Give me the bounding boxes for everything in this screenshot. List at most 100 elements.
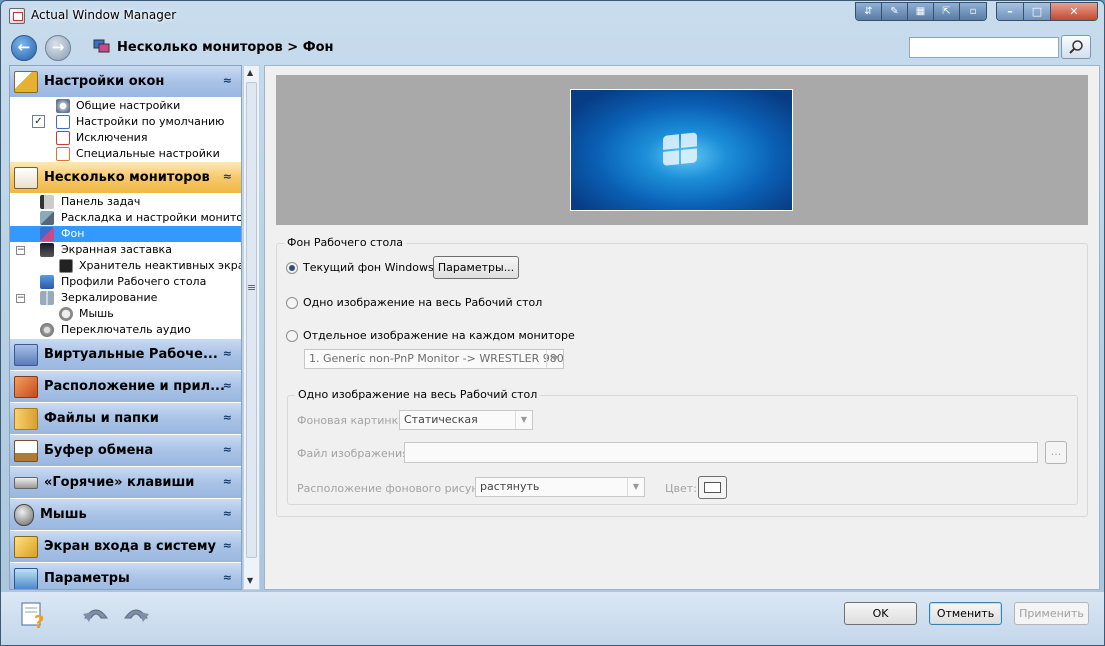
collapse-expander[interactable]: − (16, 246, 25, 255)
rollup-button[interactable]: ⇵ (856, 3, 882, 20)
tree-item-mouse[interactable]: Мышь (10, 306, 241, 322)
tree-item-general-settings[interactable]: Общие настройки (10, 98, 241, 114)
tree-item-screensaver[interactable]: − Экранная заставка (10, 242, 241, 258)
scroll-up-arrow-icon[interactable]: ▲ (247, 68, 253, 77)
section-placement[interactable]: Расположение и прил... ≈ (10, 371, 241, 403)
section-label: Несколько мониторов (44, 170, 210, 185)
dropdown-arrow-icon[interactable]: ▼ (627, 478, 644, 496)
dropdown-arrow-icon[interactable]: ▼ (546, 350, 563, 368)
ok-button[interactable]: OK (844, 602, 917, 625)
expand-chevron-icon[interactable]: ≈ (223, 443, 232, 456)
expand-chevron-icon[interactable]: ≈ (223, 347, 232, 360)
forward-button[interactable]: → (45, 35, 71, 61)
wallpaper-type-select[interactable]: Статическая ▼ (399, 410, 533, 430)
placement-icon (14, 375, 38, 398)
maximize-button[interactable]: □ (1024, 3, 1051, 20)
monitor-select[interactable]: 1. Generic non-PnP Monitor -> WRESTLER 9… (304, 349, 564, 369)
virtual-desktops-icon (14, 343, 38, 366)
color-label: Цвет: (665, 482, 697, 495)
navigation-bar: ← → Несколько мониторов > Фон (5, 32, 1100, 64)
files-folders-icon (14, 407, 38, 430)
section-virtual-desktops[interactable]: Виртуальные Рабоче... ≈ (10, 339, 241, 371)
collapse-chevron-icon[interactable]: ≈ (223, 74, 232, 87)
help-icon[interactable]: ? (19, 600, 49, 630)
image-file-label: Файл изображения: (297, 447, 413, 460)
radio-single-image[interactable]: Одно изображение на весь Рабочий стол (286, 296, 542, 309)
collapse-chevron-icon[interactable]: ≈ (223, 170, 232, 183)
default-settings-checkbox[interactable]: ✓ (32, 115, 45, 128)
section-logon-screen[interactable]: Экран входа в систему ≈ (10, 531, 241, 563)
transparency-button[interactable]: ▦ (908, 3, 934, 20)
radio-per-monitor-image[interactable]: Отдельное изображение на каждом мониторе (286, 329, 575, 342)
tree-item-taskbar[interactable]: Панель задач (10, 194, 241, 210)
expand-chevron-icon[interactable]: ≈ (223, 571, 232, 584)
options-icon (14, 567, 38, 589)
apply-button[interactable]: Применить (1014, 602, 1089, 625)
search-button[interactable] (1061, 35, 1091, 59)
close-button[interactable]: ✕ (1051, 3, 1097, 20)
expand-chevron-icon[interactable]: ≈ (223, 507, 232, 520)
image-file-field[interactable] (404, 442, 1038, 463)
color-picker-button[interactable] (698, 476, 727, 499)
mouse-icon (59, 307, 73, 321)
back-button[interactable]: ← (11, 35, 37, 61)
browse-button[interactable]: ... (1045, 441, 1067, 464)
group-title: Одно изображение на весь Рабочий стол (295, 388, 541, 401)
tree-item-mirroring[interactable]: − Зеркалирование (10, 290, 241, 306)
section-window-settings[interactable]: Настройки окон ≈ (10, 66, 241, 98)
multi-monitor-icon (14, 166, 38, 189)
expand-chevron-icon[interactable]: ≈ (223, 379, 232, 392)
section-multi-monitor[interactable]: Несколько мониторов ≈ (10, 162, 241, 194)
redo-icon[interactable] (121, 600, 151, 630)
scroll-down-arrow-icon[interactable]: ▼ (247, 576, 253, 585)
cancel-button[interactable]: Отменить (929, 602, 1002, 625)
tree-item-monitor-layout[interactable]: Раскладка и настройки мониторов (10, 210, 241, 226)
section-options[interactable]: Параметры ≈ (10, 563, 241, 589)
dropdown-arrow-icon[interactable]: ▼ (515, 411, 532, 429)
windows-logo-icon (663, 132, 699, 168)
section-hotkeys[interactable]: «Горячие» клавиши ≈ (10, 467, 241, 499)
section-clipboard[interactable]: Буфер обмена ≈ (10, 435, 241, 467)
pin-button[interactable]: ✎ (882, 3, 908, 20)
app-icon[interactable] (9, 8, 25, 24)
title-bar[interactable]: Actual Window Manager ⇵ ✎ ▦ ⇱ ▫ – □ ✕ (1, 1, 1104, 31)
radio-button[interactable] (286, 329, 298, 342)
wallpaper-position-select[interactable]: растянуть ▼ (475, 477, 645, 497)
tree-item-inactive-screens[interactable]: Хранитель неактивных экранов (10, 258, 241, 274)
section-mouse[interactable]: Мышь ≈ (10, 499, 241, 531)
scrollbar-thumb[interactable] (246, 82, 257, 558)
logon-screen-icon (14, 535, 38, 558)
group-title: Фон Рабочего стола (284, 236, 407, 249)
wallpaper-thumbnail[interactable] (570, 89, 793, 211)
clipboard-icon (14, 439, 38, 462)
always-on-top-button[interactable]: ⇱ (934, 3, 960, 20)
radio-button[interactable] (286, 296, 298, 309)
tree-item-exclusions[interactable]: Исключения (10, 130, 241, 146)
minimize-to-tray-button[interactable]: ▫ (960, 3, 986, 20)
exclusions-icon (56, 131, 70, 145)
tree-item-audio-switcher[interactable]: Переключатель аудио (10, 322, 241, 338)
section-label: Параметры (44, 571, 130, 586)
monitor-layout-icon (40, 211, 54, 225)
expand-chevron-icon[interactable]: ≈ (223, 539, 232, 552)
desktop-profiles-icon (40, 275, 54, 289)
undo-icon[interactable] (81, 600, 111, 630)
app-window: Actual Window Manager ⇵ ✎ ▦ ⇱ ▫ – □ ✕ ← … (0, 0, 1105, 646)
search-input[interactable] (909, 37, 1059, 58)
tree-item-background[interactable]: Фон (10, 226, 241, 242)
expand-chevron-icon[interactable]: ≈ (223, 475, 232, 488)
tree-item-default-settings[interactable]: ✓ Настройки по умолчанию (10, 114, 241, 130)
section-files-folders[interactable]: Файлы и папки ≈ (10, 403, 241, 435)
tree-multi-monitor: Панель задач Раскладка и настройки монит… (10, 194, 241, 338)
expand-chevron-icon[interactable]: ≈ (223, 411, 232, 424)
panel-splitter[interactable]: ▲ ≡ ▼ (243, 65, 260, 590)
tree-item-special-settings[interactable]: Специальные настройки (10, 146, 241, 162)
window-title: Actual Window Manager (31, 8, 177, 22)
radio-current-background[interactable]: Текущий фон Windows (286, 261, 434, 274)
collapse-expander[interactable]: − (16, 294, 25, 303)
tree-item-desktop-profiles[interactable]: Профили Рабочего стола (10, 274, 241, 290)
minimize-button[interactable]: – (997, 3, 1024, 20)
grip-icon[interactable]: ≡ (247, 281, 256, 294)
radio-button[interactable] (286, 261, 298, 274)
parameters-button[interactable]: Параметры... (433, 256, 519, 279)
